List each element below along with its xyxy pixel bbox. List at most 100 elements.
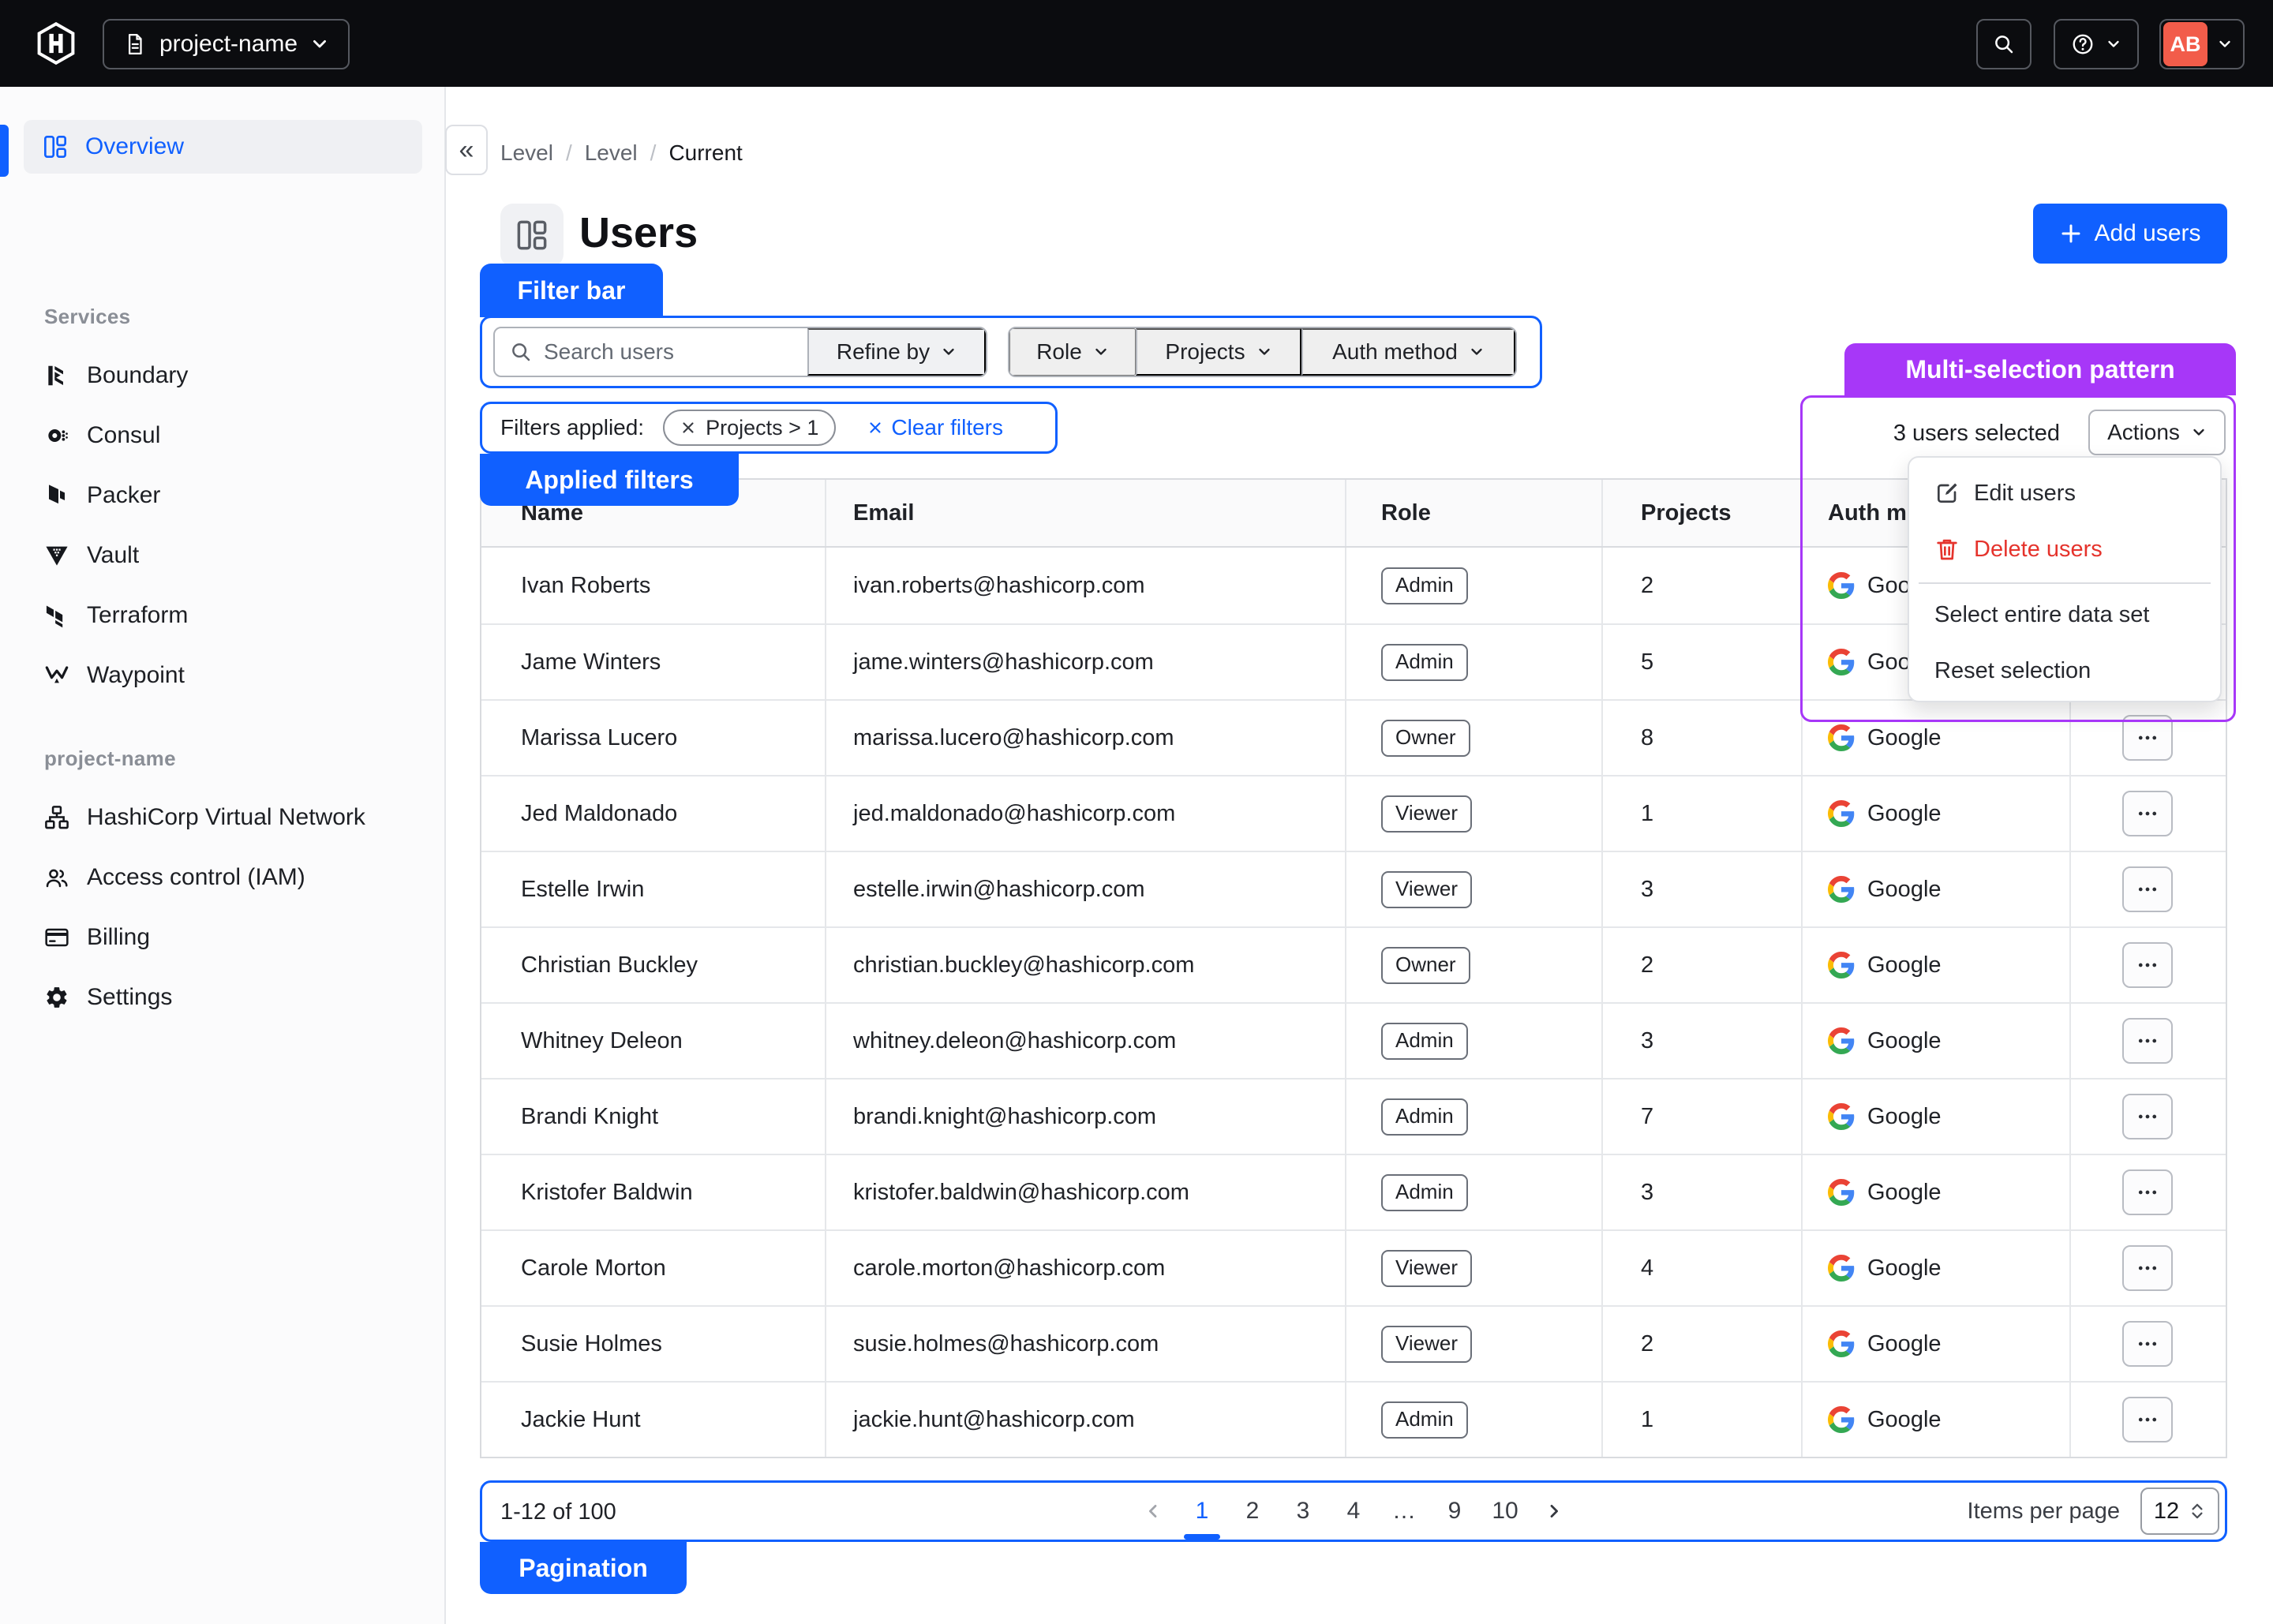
- actions-button[interactable]: Actions: [2088, 410, 2226, 455]
- sidebar-item-terraform[interactable]: Terraform: [24, 589, 422, 642]
- column-header-projects[interactable]: Projects: [1601, 480, 1801, 546]
- items-per-page-value: 12: [2154, 1499, 2179, 1525]
- search-input[interactable]: [544, 339, 781, 365]
- role-badge: Admin: [1381, 1098, 1468, 1136]
- page-number-2[interactable]: 2: [1235, 1494, 1270, 1529]
- projects-count: 7: [1601, 1080, 1801, 1154]
- auth-method: Google: [1867, 1104, 1942, 1130]
- table-row: Jed Maldonado jed.maldonado@hashicorp.co…: [481, 775, 2226, 851]
- projects-count: 3: [1601, 1155, 1801, 1229]
- page-number-4[interactable]: 4: [1336, 1494, 1371, 1529]
- top-navigation-bar: project-name AB: [0, 0, 2273, 87]
- help-menu-button[interactable]: [2054, 19, 2139, 69]
- google-icon: [1828, 724, 1855, 751]
- user-email: susie.holmes@hashicorp.com: [825, 1307, 1345, 1381]
- role-filter-button[interactable]: Role: [1009, 328, 1136, 376]
- page-number-3[interactable]: 3: [1286, 1494, 1320, 1529]
- chevron-down-icon: [310, 35, 329, 54]
- page-title-icon: [500, 204, 564, 267]
- breadcrumb: Level / Level / Current: [500, 140, 743, 166]
- role-badge: Admin: [1381, 1401, 1468, 1439]
- row-overflow-menu-button[interactable]: [2122, 1245, 2173, 1291]
- row-overflow-menu-button[interactable]: [2122, 1018, 2173, 1064]
- sidebar-item-hvn[interactable]: HashiCorp Virtual Network: [24, 791, 422, 844]
- waypoint-icon: [44, 663, 69, 688]
- users-icon: [44, 865, 69, 890]
- clear-filters-button[interactable]: Clear filters: [867, 415, 1003, 440]
- sidebar-item-billing[interactable]: Billing: [24, 911, 422, 964]
- projects-count: 1: [1601, 776, 1801, 851]
- auth-method: Google: [1867, 1331, 1942, 1357]
- applied-filters-row: Filters applied: Projects > 1 Clear filt…: [500, 402, 1003, 454]
- sidebar-item-settings[interactable]: Settings: [24, 971, 422, 1024]
- role-badge: Admin: [1381, 644, 1468, 681]
- previous-page-button[interactable]: [1137, 1494, 1169, 1529]
- google-icon: [1828, 1330, 1855, 1357]
- google-icon: [1828, 876, 1855, 903]
- projects-count: 5: [1601, 625, 1801, 699]
- row-overflow-menu-button[interactable]: [2122, 1094, 2173, 1139]
- gear-icon: [44, 985, 69, 1010]
- google-icon: [1828, 1255, 1855, 1282]
- projects-filter-button[interactable]: Projects: [1136, 328, 1301, 376]
- consul-icon: [44, 423, 69, 448]
- row-overflow-menu-button[interactable]: [2122, 942, 2173, 988]
- column-header-role[interactable]: Role: [1345, 480, 1601, 546]
- row-overflow-menu-button[interactable]: [2122, 715, 2173, 761]
- row-overflow-menu-button[interactable]: [2122, 1397, 2173, 1443]
- user-name: Christian Buckley: [481, 928, 825, 1002]
- role-badge: Owner: [1381, 947, 1470, 984]
- sidebar-item-packer[interactable]: Packer: [24, 469, 422, 522]
- filter-dropdown-group: Role Projects Auth method: [1008, 327, 1517, 377]
- menu-item-reset-selection[interactable]: Reset selection: [1909, 653, 2220, 689]
- menu-item-select-entire-data-set[interactable]: Select entire data set: [1909, 597, 2220, 633]
- global-search-button[interactable]: [1976, 19, 2031, 69]
- page-number-9[interactable]: 9: [1437, 1494, 1472, 1529]
- auth-method: Google: [1867, 952, 1942, 979]
- next-page-button[interactable]: [1538, 1494, 1570, 1529]
- sidebar-collapse-button[interactable]: «: [445, 125, 488, 175]
- role-badge: Viewer: [1381, 871, 1472, 908]
- sidebar-item-access-control[interactable]: Access control (IAM): [24, 851, 422, 904]
- row-overflow-menu-button[interactable]: [2122, 1321, 2173, 1367]
- menu-divider: [1919, 582, 2211, 584]
- user-email: ivan.roberts@hashicorp.com: [825, 548, 1345, 623]
- user-email: jackie.hunt@hashicorp.com: [825, 1383, 1345, 1457]
- sidebar-item-consul[interactable]: Consul: [24, 409, 422, 462]
- actions-dropdown-menu: Edit users Delete users Select entire da…: [1908, 456, 2222, 702]
- breadcrumb-link[interactable]: Level: [500, 140, 553, 166]
- column-header-email[interactable]: Email: [825, 480, 1345, 546]
- projects-count: 4: [1601, 1231, 1801, 1305]
- add-users-button[interactable]: Add users: [2033, 204, 2227, 264]
- filter-chip-projects[interactable]: Projects > 1: [663, 410, 836, 446]
- project-switcher-button[interactable]: project-name: [103, 19, 350, 69]
- page-number-10[interactable]: 10: [1488, 1494, 1522, 1529]
- add-users-label: Add users: [2094, 220, 2200, 247]
- page-title: Users: [579, 208, 698, 257]
- page-number-1[interactable]: 1: [1185, 1494, 1219, 1529]
- role-filter-label: Role: [1036, 339, 1082, 365]
- account-menu-button[interactable]: AB: [2159, 19, 2245, 69]
- packer-icon: [44, 483, 69, 508]
- row-overflow-menu-button[interactable]: [2122, 791, 2173, 836]
- auth-method: Google: [1867, 725, 1942, 751]
- user-email: brandi.knight@hashicorp.com: [825, 1080, 1345, 1154]
- table-row: Carole Morton carole.morton@hashicorp.co…: [481, 1229, 2226, 1305]
- sidebar-item-label: Settings: [87, 984, 172, 1011]
- ellipsis-icon: [2136, 1332, 2159, 1356]
- breadcrumb-link[interactable]: Level: [585, 140, 638, 166]
- sidebar-item-boundary[interactable]: Boundary: [24, 349, 422, 402]
- search-field-wrapper: [495, 328, 807, 376]
- sidebar-item-overview[interactable]: Overview: [24, 120, 422, 174]
- row-overflow-menu-button[interactable]: [2122, 866, 2173, 912]
- sidebar-item-vault[interactable]: Vault: [24, 529, 422, 582]
- sidebar-item-waypoint[interactable]: Waypoint: [24, 649, 422, 702]
- auth-method-filter-button[interactable]: Auth method: [1301, 328, 1515, 376]
- document-icon: [123, 32, 147, 56]
- menu-item-edit-users[interactable]: Edit users: [1909, 475, 2220, 511]
- items-per-page-stepper[interactable]: 12: [2140, 1487, 2219, 1535]
- close-icon[interactable]: [680, 420, 696, 436]
- menu-item-delete-users[interactable]: Delete users: [1909, 531, 2220, 567]
- refine-by-button[interactable]: Refine by: [807, 328, 986, 376]
- row-overflow-menu-button[interactable]: [2122, 1169, 2173, 1215]
